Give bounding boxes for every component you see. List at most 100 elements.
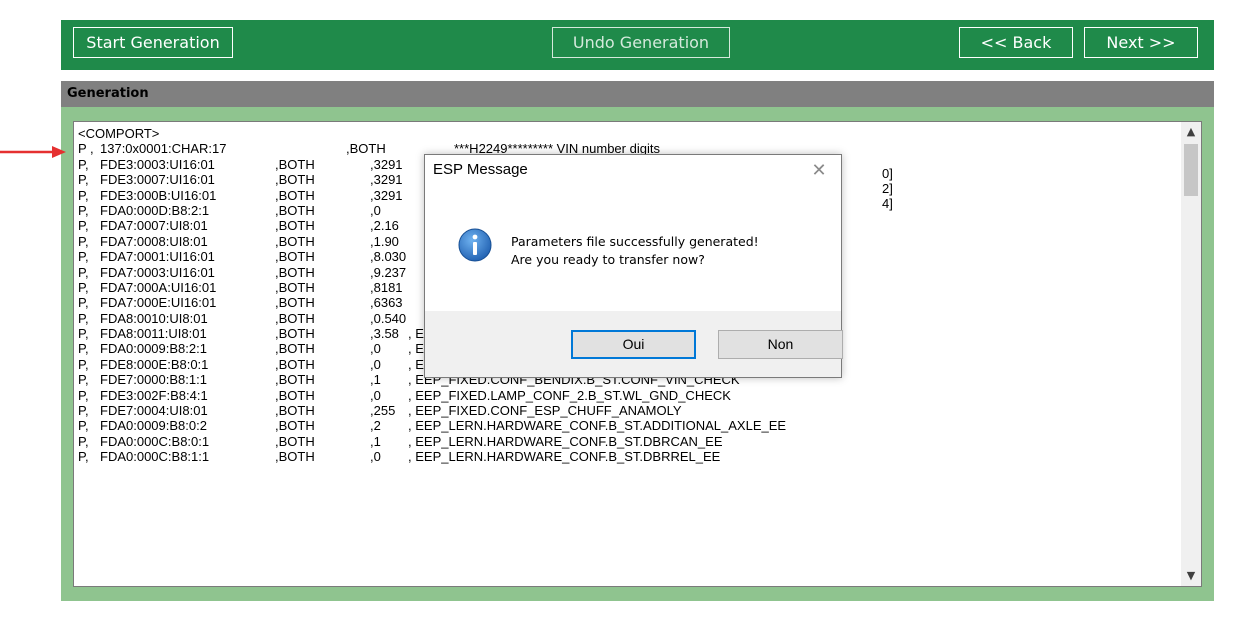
log-value: ,1.90 bbox=[370, 233, 399, 249]
log-value: ,0 bbox=[370, 202, 381, 218]
log-mode: ,BOTH bbox=[275, 356, 315, 372]
log-mode: ,BOTH bbox=[275, 156, 315, 172]
log-prefix: P, bbox=[78, 341, 89, 357]
log-address: FDA0:000C:B8:0:1 bbox=[100, 433, 210, 449]
log-prefix: P, bbox=[78, 187, 89, 203]
undo-generation-button[interactable]: Undo Generation bbox=[552, 27, 730, 58]
scroll-down-icon[interactable]: ▼ bbox=[1181, 566, 1201, 586]
log-value: ,1 bbox=[370, 372, 381, 388]
log-address: FDE7:0004:UI8:01 bbox=[100, 403, 208, 419]
log-mode: ,BOTH bbox=[275, 418, 315, 434]
log-address: FDA7:000A:UI16:01 bbox=[100, 279, 217, 295]
log-address: FDE7:0000:B8:1:1 bbox=[100, 372, 207, 388]
log-mode: ,BOTH bbox=[275, 279, 315, 295]
log-mode: ,BOTH bbox=[275, 233, 315, 249]
log-description: , EEP_LERN.HARDWARE_CONF.B_ST.ADDITIONAL… bbox=[408, 418, 787, 434]
log-address: FDA0:000D:B8:2:1 bbox=[100, 202, 210, 218]
log-value: ,0.540 bbox=[370, 310, 407, 326]
log-prefix: P, bbox=[78, 387, 89, 403]
log-prefix: P, bbox=[78, 264, 89, 280]
log-address: FDE3:0007:UI16:01 bbox=[100, 172, 215, 188]
log-prefix: P, bbox=[78, 233, 89, 249]
log-prefix: P, bbox=[78, 249, 89, 265]
log-header: <COMPORT> bbox=[78, 126, 160, 141]
log-mode: ,BOTH bbox=[275, 310, 315, 326]
log-prefix: P, bbox=[78, 326, 89, 342]
log-prefix: P, bbox=[78, 372, 89, 388]
log-mode: ,BOTH bbox=[275, 249, 315, 265]
log-mode: ,BOTH bbox=[275, 264, 315, 280]
log-mode: ,BOTH bbox=[275, 433, 315, 449]
log-value: ,0 bbox=[370, 356, 381, 372]
log-value: ,3.58 bbox=[370, 326, 399, 342]
dialog-message: Parameters file successfully generated! … bbox=[511, 233, 759, 269]
partial-text-1: 0] bbox=[882, 166, 893, 181]
log-value: ,3291 bbox=[370, 156, 403, 172]
scroll-up-icon[interactable]: ▲ bbox=[1181, 122, 1201, 142]
log-address: FDA7:0007:UI8:01 bbox=[100, 218, 208, 234]
log-mode: ,BOTH bbox=[275, 295, 315, 311]
log-prefix: P, bbox=[78, 356, 89, 372]
log-value: ,0 bbox=[370, 449, 381, 465]
log-value: ,3291 bbox=[370, 187, 403, 203]
log-mode: ,BOTH bbox=[275, 372, 315, 388]
log-description: , EEP_FIXED.CONF_ESP_CHUFF_ANAMOLY bbox=[408, 403, 682, 419]
vertical-scrollbar[interactable]: ▲ ▼ bbox=[1181, 122, 1201, 586]
log-mode: ,BOTH bbox=[275, 172, 315, 188]
log-mode: ,BOTH bbox=[346, 141, 386, 157]
log-mode: ,BOTH bbox=[275, 326, 315, 342]
log-mode: ,BOTH bbox=[275, 202, 315, 218]
dialog-message-line-2: Are you ready to transfer now? bbox=[511, 252, 705, 267]
log-prefix: P, bbox=[78, 295, 89, 311]
log-value: ,9.237 bbox=[370, 264, 407, 280]
log-mode: ,BOTH bbox=[275, 403, 315, 419]
next-button[interactable]: Next >> bbox=[1084, 27, 1198, 58]
log-address: FDA0:0009:B8:2:1 bbox=[100, 341, 207, 357]
dialog-title: ESP Message bbox=[433, 161, 528, 178]
oui-button[interactable]: Oui bbox=[571, 330, 696, 359]
log-prefix: P, bbox=[78, 218, 89, 234]
log-address: FDE3:0003:UI16:01 bbox=[100, 156, 215, 172]
back-button[interactable]: << Back bbox=[959, 27, 1073, 58]
log-address: FDA0:000C:B8:1:1 bbox=[100, 449, 210, 465]
red-arrow-icon bbox=[0, 146, 66, 158]
log-prefix: P, bbox=[78, 279, 89, 295]
log-address: FDA8:0010:UI8:01 bbox=[100, 310, 208, 326]
log-value: ,2.16 bbox=[370, 218, 399, 234]
log-value: ,0 bbox=[370, 387, 381, 403]
log-mode: ,BOTH bbox=[275, 341, 315, 357]
log-value: ,8.030 bbox=[370, 249, 407, 265]
log-address: FDA7:0001:UI16:01 bbox=[100, 249, 215, 265]
dialog-message-line-1: Parameters file successfully generated! bbox=[511, 234, 759, 249]
dialog-footer: Oui Non bbox=[425, 311, 843, 377]
log-description: , EEP_LERN.HARDWARE_CONF.B_ST.DBRCAN_EE bbox=[408, 433, 723, 449]
esp-message-dialog: ESP Message ✕ Parameters file successful… bbox=[424, 154, 843, 378]
log-mode: ,BOTH bbox=[275, 218, 315, 234]
log-prefix: P, bbox=[78, 156, 89, 172]
close-icon[interactable]: ✕ bbox=[805, 159, 833, 183]
log-address: FDE3:002F:B8:4:1 bbox=[100, 387, 208, 403]
log-value: ,0 bbox=[370, 341, 381, 357]
log-mode: ,BOTH bbox=[275, 387, 315, 403]
log-address: FDA8:0011:UI8:01 bbox=[100, 326, 207, 342]
non-button[interactable]: Non bbox=[718, 330, 843, 359]
log-prefix: P , bbox=[78, 141, 94, 157]
log-address: FDA0:0009:B8:0:2 bbox=[100, 418, 207, 434]
log-prefix: P, bbox=[78, 172, 89, 188]
log-value: ,6363 bbox=[370, 295, 403, 311]
log-prefix: P, bbox=[78, 449, 89, 465]
start-generation-button[interactable]: Start Generation bbox=[73, 27, 233, 58]
log-value: ,2 bbox=[370, 418, 381, 434]
log-address: FDE8:000E:B8:0:1 bbox=[100, 356, 209, 372]
log-prefix: P, bbox=[78, 310, 89, 326]
log-address: FDA7:000E:UI16:01 bbox=[100, 295, 217, 311]
log-prefix: P, bbox=[78, 403, 89, 419]
scroll-thumb[interactable] bbox=[1184, 144, 1198, 196]
log-mode: ,BOTH bbox=[275, 187, 315, 203]
log-address: 137:0x0001:CHAR:17 bbox=[100, 141, 227, 157]
log-value: ,1 bbox=[370, 433, 381, 449]
log-prefix: P, bbox=[78, 418, 89, 434]
log-description: , EEP_LERN.HARDWARE_CONF.B_ST.DBRREL_EE bbox=[408, 449, 721, 465]
info-icon bbox=[458, 228, 492, 262]
log-address: FDA7:0008:UI8:01 bbox=[100, 233, 208, 249]
